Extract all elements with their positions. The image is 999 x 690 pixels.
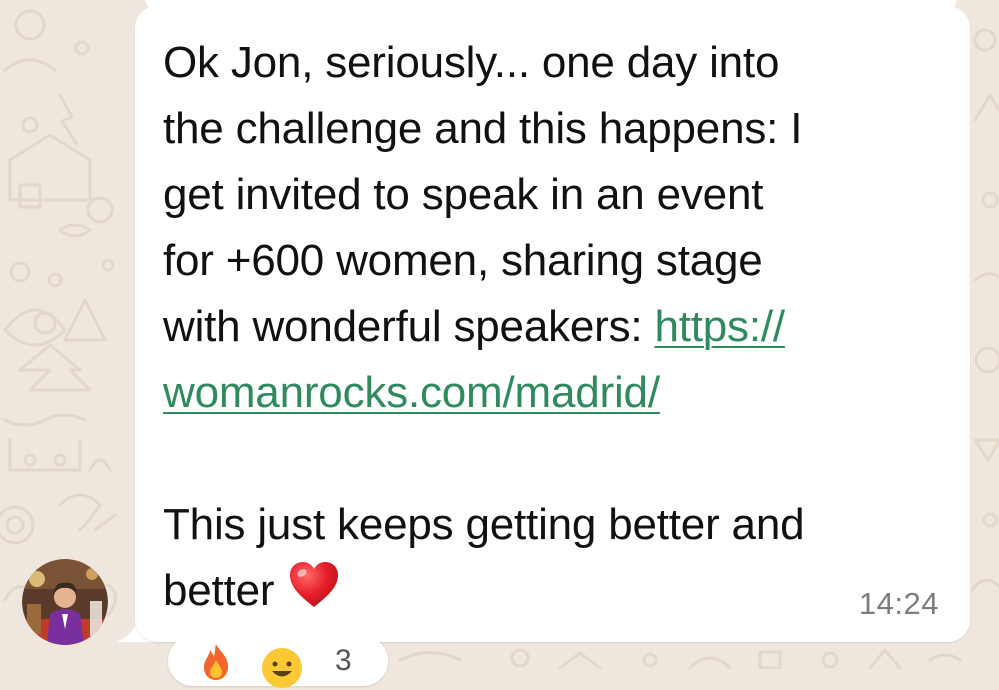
message-text: Ok Jon, seriously... one day into the ch… xyxy=(163,30,953,624)
message-link-start[interactable]: https:// xyxy=(654,302,785,351)
message-line: womanrocks.com/madrid/ xyxy=(163,360,953,426)
message-line: This just keeps getting better and xyxy=(163,500,805,549)
message-timestamp: 14:24 xyxy=(858,586,939,621)
red-heart-icon xyxy=(290,562,339,607)
message-line: with wonderful speakers: https:// xyxy=(163,294,953,360)
message-line-text: with wonderful speakers: xyxy=(163,302,655,351)
message-link-end[interactable]: womanrocks.com/madrid/ xyxy=(163,368,660,417)
grinning-face-icon xyxy=(262,648,302,688)
fire-icon xyxy=(204,644,228,680)
reaction-count: 3 xyxy=(335,644,352,677)
message-line: Ok Jon, seriously... one day into xyxy=(163,38,780,87)
sender-avatar[interactable] xyxy=(22,559,108,645)
message-line: for +600 women, sharing stage xyxy=(163,236,763,285)
message-line: the challenge and this happens: I xyxy=(163,104,803,153)
reactions-bar[interactable]: 3 xyxy=(168,636,388,688)
message-line: better xyxy=(163,558,953,624)
message-line: get invited to speak in an event xyxy=(163,170,764,219)
message-last-words: better xyxy=(163,566,275,615)
